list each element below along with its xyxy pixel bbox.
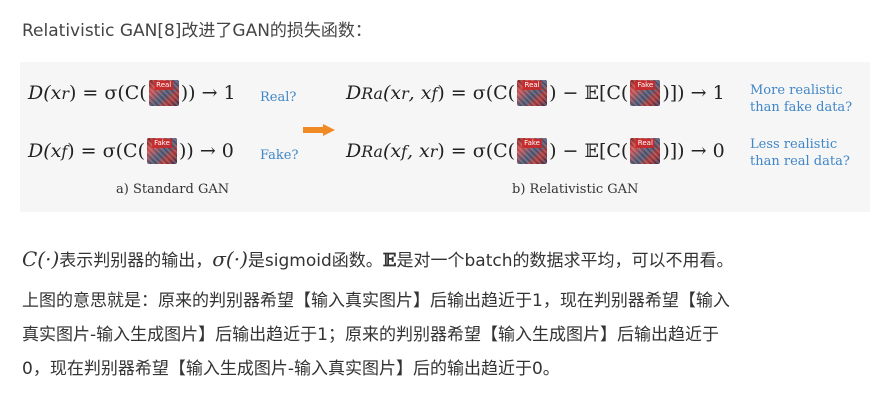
intro-text: Relativistic GAN[8]改进了GAN的损失函数：: [22, 21, 372, 41]
right-arrow-icon: [303, 124, 335, 136]
explanation-line-4: 0，现在判别器希望【输入生成图片-输入真实图片】后的输出趋近于0。: [22, 359, 560, 379]
standard-eq-real: D(x r) = σ(C( Real )) → 1: [28, 80, 236, 106]
explanation-line-2: 上图的意思就是：原来的判别器希望【输入真实图片】后输出趋近于1，现在判别器希望【…: [22, 291, 730, 311]
standard-gan-caption: a) Standard GAN: [116, 182, 230, 197]
fake-question-note: Fake?: [260, 148, 299, 163]
fake-image-thumbnail: Fake: [517, 138, 548, 164]
real-image-thumbnail: Real: [630, 138, 661, 164]
explanation-line-1: C(·)表示判别器的输出，σ(·)是sigmoid函数。𝔼是对一个batch的数…: [22, 247, 734, 271]
more-realistic-note: More realistic than fake data?: [750, 83, 853, 115]
relativistic-eq-fake: D Ra (x f, x r) = σ(C( Fake ) − 𝔼[C( Real )]…: [346, 138, 725, 164]
explanation-line-3: 真实图片-输入生成图片】后输出趋近于1；原来的判别器希望【输入生成图片】后输出趋…: [22, 325, 719, 345]
real-question-note: Real?: [260, 90, 297, 105]
standard-eq-fake: D(x f) = σ(C( Fake )) → 0: [28, 138, 234, 164]
relativistic-gan-caption: b) Relativistic GAN: [512, 182, 639, 197]
real-image-thumbnail: Real: [517, 80, 548, 106]
gan-figure: D(x r) = σ(C( Real )) → 1 Real? D(x f) = σ…: [20, 62, 870, 212]
fake-image-thumbnail: Fake: [630, 80, 661, 106]
relativistic-eq-real: D Ra (x r, x f) = σ(C( Real ) − 𝔼[C( Fake )]…: [346, 80, 725, 106]
less-realistic-note: Less realistic than real data?: [750, 137, 850, 169]
real-image-thumbnail: Real: [148, 80, 179, 106]
fake-image-thumbnail: Fake: [146, 138, 177, 164]
